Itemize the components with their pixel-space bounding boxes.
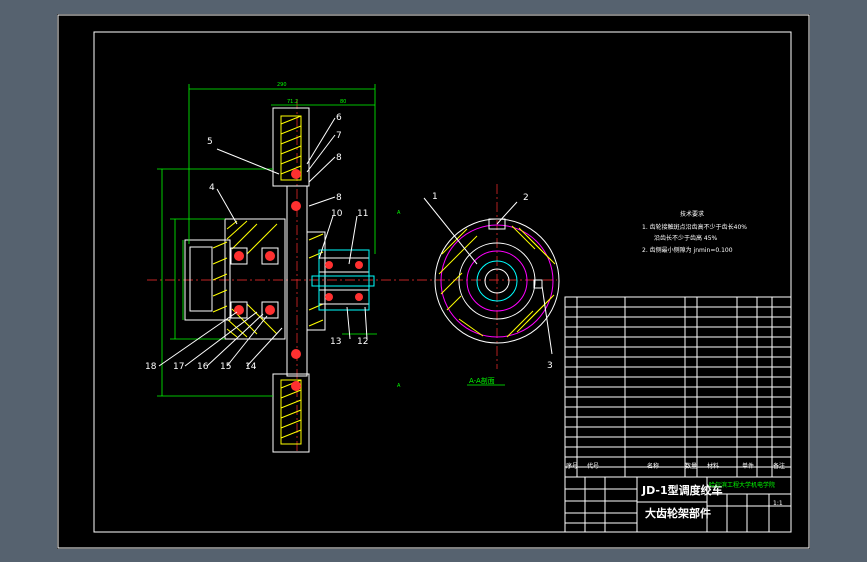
col-note: 备注 xyxy=(773,462,785,470)
balloon-16: 16 xyxy=(197,362,209,372)
balloon-5: 5 xyxy=(207,137,213,147)
bearing-ball xyxy=(265,251,275,261)
col-name: 名称 xyxy=(647,462,659,470)
tech-req-title: 技术要求 xyxy=(680,210,704,218)
cad-drawing: 290 71.2 80 5 4 6 7 8 8 10 11 18 17 16 1… xyxy=(57,14,810,549)
balloon-12: 12 xyxy=(357,337,368,347)
school-name: 哈尔滨工程大学机电学院 xyxy=(709,481,775,489)
scale: 1:1 xyxy=(773,500,783,507)
tech-req-line2: 沿齿长不少于齿高 45% xyxy=(654,234,718,242)
balloon-13: 13 xyxy=(330,337,341,347)
balloon-4: 4 xyxy=(209,183,215,193)
balloon-8b: 8 xyxy=(336,193,342,203)
section-mark-top: A xyxy=(397,210,401,216)
balloon-2: 2 xyxy=(523,193,529,203)
balloon-10: 10 xyxy=(331,209,343,219)
drum-bore xyxy=(189,246,213,312)
bearing-ball xyxy=(234,251,244,261)
bearing-ball xyxy=(291,201,301,211)
bearing-ball xyxy=(291,349,301,359)
bearing-ball xyxy=(291,381,301,391)
gear-rim-bottom xyxy=(272,373,310,453)
end-view: 1 2 3 A-A剖面 xyxy=(423,184,560,386)
col-code: 代号 xyxy=(587,462,599,470)
tech-req-line1: 1. 齿轮接触斑点沿齿高不少于齿长40% xyxy=(642,223,747,231)
part-title: 大齿轮架部件 xyxy=(645,506,711,520)
balloon-17: 17 xyxy=(173,362,184,372)
balloon-8a: 8 xyxy=(336,153,342,163)
balloon-7: 7 xyxy=(336,131,342,141)
pinion-bounds xyxy=(318,249,370,311)
svg-text:71.2: 71.2 xyxy=(287,99,298,105)
bearing-ball xyxy=(265,305,275,315)
parts-list xyxy=(564,296,792,478)
output-shaft xyxy=(311,275,375,287)
technical-requirements: 技术要求 1. 齿轮接触斑点沿齿高不少于齿长40% 沿齿长不少于齿高 45% 2… xyxy=(642,210,747,254)
balloon-15: 15 xyxy=(220,362,231,372)
bearing-ball xyxy=(291,169,301,179)
drawing-sheet: 290 71.2 80 5 4 6 7 8 8 10 11 18 17 16 1… xyxy=(57,14,810,549)
tech-req-line3: 2. 齿侧最小侧隙为 jnmin=0.100 xyxy=(642,246,733,254)
shaft-housing xyxy=(306,231,326,331)
col-weight: 单件 xyxy=(742,462,754,470)
sectional-view: 290 71.2 80 5 4 6 7 8 8 10 11 18 17 16 1… xyxy=(145,82,557,454)
balloon-3: 3 xyxy=(547,361,553,371)
balloon-18: 18 xyxy=(145,362,157,372)
svg-text:290: 290 xyxy=(277,82,287,88)
col-material: 材料 xyxy=(707,462,719,470)
balloon-6: 6 xyxy=(336,113,342,123)
svg-text:80: 80 xyxy=(340,99,346,105)
balloon-14: 14 xyxy=(245,362,257,372)
balloon-1: 1 xyxy=(432,192,438,202)
col-seq: 序号 xyxy=(566,462,578,470)
section-mark-bottom: A xyxy=(397,383,401,389)
section-label: A-A剖面 xyxy=(469,376,495,385)
col-qty: 数量 xyxy=(685,462,697,470)
balloon-11: 11 xyxy=(357,209,368,219)
